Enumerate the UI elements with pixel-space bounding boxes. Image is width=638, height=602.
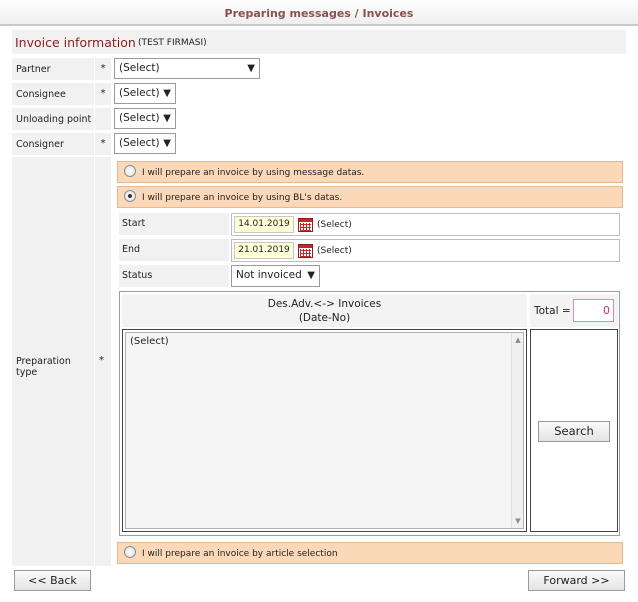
preparation-type-required-mark: * (95, 157, 111, 566)
consignee-select[interactable]: (Select) ▼ (114, 83, 176, 104)
consigner-required-mark: * (95, 133, 111, 155)
unloading-point-label: Unloading point (12, 108, 94, 130)
end-date-label: End (119, 239, 229, 261)
unloading-point-select[interactable]: (Select) ▼ (114, 108, 176, 129)
consignee-required-mark: * (95, 83, 111, 105)
total-label: Total = (534, 305, 571, 317)
consigner-select-value: (Select) (119, 137, 160, 149)
scroll-up-arrow-icon[interactable]: ▲ (513, 336, 523, 344)
page-header: Preparing messages / Invoices (0, 0, 638, 26)
consignee-label: Consignee (12, 83, 94, 105)
preparation-type-required-text: * (99, 355, 104, 366)
invoice-list-frame: Des.Adv.<-> Invoices (Date-No) Total = 0… (119, 291, 620, 536)
unloading-point-required-mark (95, 108, 111, 130)
status-select-value: Not invoiced (236, 269, 302, 281)
radio-selected-dot (128, 194, 132, 198)
partner-select-value: (Select) (119, 62, 160, 74)
search-button[interactable]: Search (538, 421, 610, 442)
list-header-subtitle: (Date-No) (298, 312, 351, 324)
preparation-type-label-text: Preparation type (16, 356, 71, 378)
scrollbar[interactable]: ▲ ▼ (511, 333, 523, 528)
back-button[interactable]: << Back (14, 570, 91, 591)
search-container: Search (530, 329, 618, 532)
consigner-select[interactable]: (Select) ▼ (114, 133, 176, 154)
start-date-row: 14.01.2019 (Select) (231, 213, 620, 236)
chevron-down-icon: ▼ (307, 270, 315, 281)
start-date-select-link[interactable]: (Select) (317, 220, 352, 230)
start-date-input[interactable]: 14.01.2019 (234, 216, 294, 233)
end-date-input[interactable]: 21.01.2019 (234, 242, 294, 259)
option-article-selection[interactable]: I will prepare an invoice by article sel… (117, 542, 623, 564)
listbox-container: (Select) ▲ ▼ (122, 329, 527, 532)
partner-label: Partner (12, 58, 94, 80)
company-name: (TEST FIRMASI) (138, 38, 207, 48)
total-value: 0 (573, 299, 614, 322)
consigner-label: Consigner (12, 133, 94, 155)
forward-button[interactable]: Forward >> (528, 570, 625, 591)
list-item[interactable]: (Select) (130, 336, 169, 347)
radio-button-message-datas[interactable] (124, 165, 136, 177)
section-header: Invoice information (TEST FIRMASI) (12, 30, 626, 54)
section-title: Invoice information (15, 35, 136, 50)
chevron-down-icon: ▼ (163, 138, 171, 149)
unloading-point-select-value: (Select) (119, 112, 160, 124)
status-label: Status (119, 265, 229, 287)
list-header: Des.Adv.<-> Invoices (Date-No) (122, 294, 527, 327)
option-bl-datas-label: I will prepare an invoice by using BL's … (142, 193, 343, 203)
page-title: Preparing messages / Invoices (224, 7, 414, 20)
partner-required-mark: * (95, 58, 111, 80)
calendar-icon[interactable] (298, 218, 313, 232)
start-date-label: Start (119, 213, 229, 235)
option-bl-datas[interactable]: I will prepare an invoice by using BL's … (117, 186, 623, 208)
list-header-title: Des.Adv.<-> Invoices (267, 298, 382, 310)
partner-select[interactable]: (Select) ▼ (114, 58, 260, 79)
end-date-row: 21.01.2019 (Select) (231, 239, 620, 262)
radio-button-bl-datas[interactable] (124, 190, 136, 202)
preparation-type-label: Preparation type (12, 157, 94, 566)
chevron-down-icon: ▼ (247, 63, 255, 74)
chevron-down-icon: ▼ (163, 88, 171, 99)
option-message-datas-label: I will prepare an invoice by using messa… (142, 168, 365, 178)
end-date-select-link[interactable]: (Select) (317, 246, 352, 256)
consignee-select-value: (Select) (119, 87, 160, 99)
chevron-down-icon: ▼ (163, 113, 171, 124)
option-message-datas[interactable]: I will prepare an invoice by using messa… (117, 161, 623, 183)
scroll-down-arrow-icon[interactable]: ▼ (513, 517, 523, 525)
total-box: Total = 0 (530, 294, 618, 327)
option-article-selection-label: I will prepare an invoice by article sel… (142, 549, 338, 559)
status-select[interactable]: Not invoiced ▼ (231, 265, 320, 287)
calendar-icon[interactable] (298, 244, 313, 258)
radio-button-article-selection[interactable] (124, 546, 136, 558)
invoice-listbox[interactable]: (Select) ▲ ▼ (125, 332, 524, 529)
